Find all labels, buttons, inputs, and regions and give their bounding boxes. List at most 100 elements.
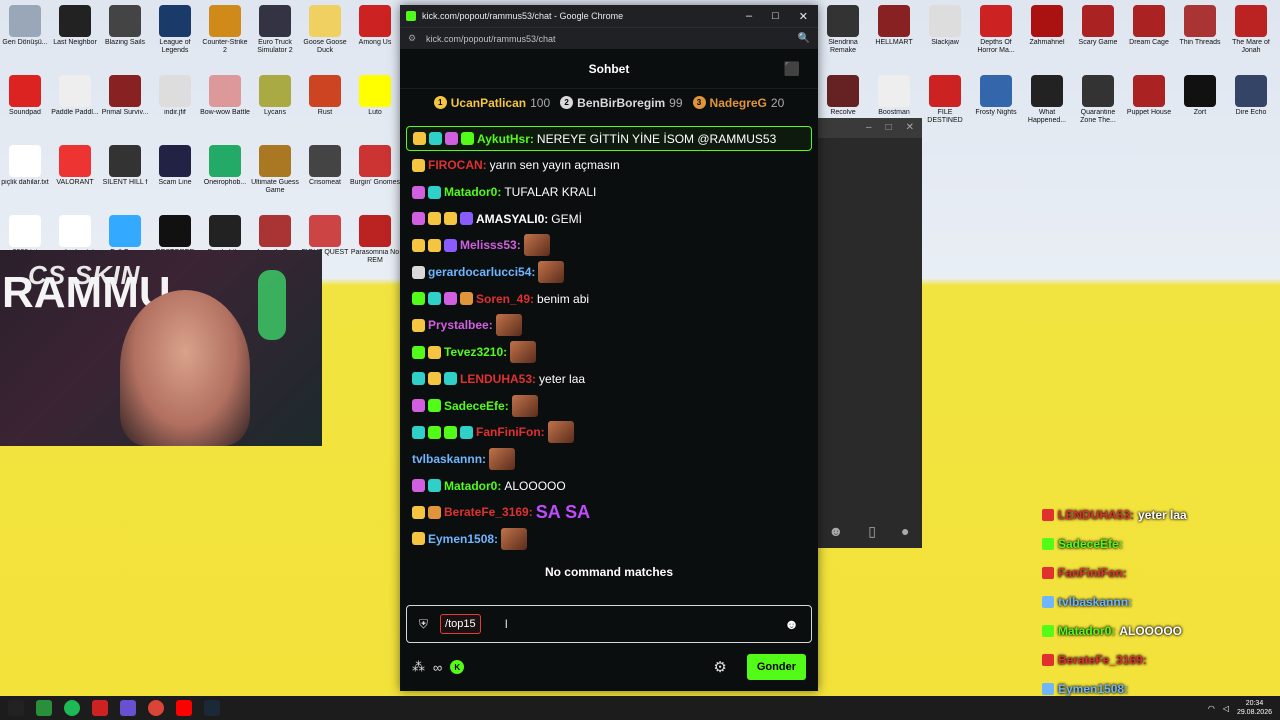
system-tray[interactable]: ◠ ◁ 20:34 29.08.2026 [1208, 699, 1272, 717]
chat-username[interactable]: gerardocarlucci54: [428, 265, 535, 279]
chat-message[interactable]: FIROCAN: yarın sen yayın açmasın [406, 152, 812, 179]
close-icon[interactable]: ✕ [906, 122, 914, 133]
chat-username[interactable]: Matador0: [444, 185, 501, 199]
gear-icon[interactable]: ⚙ [713, 658, 726, 676]
emote-icon[interactable] [511, 394, 538, 417]
badge-icon[interactable] [461, 132, 474, 145]
desktop-icon[interactable]: Primal Surviv... [100, 72, 150, 138]
discord-icon[interactable] [120, 700, 136, 716]
voicemeeter-icon[interactable] [92, 700, 108, 716]
emote-icon[interactable] [501, 527, 528, 550]
chat-username[interactable]: SadeceEfe: [444, 399, 509, 413]
chat-message[interactable]: BerateFe_3169: SA SA [406, 499, 812, 526]
badge-icon[interactable] [444, 372, 457, 386]
badge-icon[interactable] [444, 238, 457, 252]
chat-username[interactable]: BerateFe_3169: [444, 505, 533, 519]
badge-icon[interactable] [412, 479, 425, 493]
chat-message[interactable]: Tevez3210: [406, 339, 812, 366]
steam-icon[interactable] [204, 700, 220, 716]
kick-points-icon[interactable]: K [450, 660, 465, 674]
badge-icon[interactable] [444, 212, 457, 226]
chat-message[interactable]: LENDUHA53: yeter laa [406, 366, 812, 393]
chrome-icon[interactable] [148, 700, 164, 716]
desktop-icon[interactable]: Dream Cage [1124, 2, 1174, 68]
badge-icon[interactable] [460, 425, 473, 439]
desktop-icon[interactable]: Thin Threads [1175, 2, 1225, 68]
badge-icon[interactable] [412, 399, 425, 413]
desktop-icon[interactable]: Oneirophob... [200, 142, 250, 208]
maximize-icon[interactable]: □ [886, 122, 892, 133]
send-button[interactable]: Gonder [746, 654, 806, 680]
emote-icon[interactable] [523, 234, 550, 257]
desktop-icon[interactable]: Parasomnia No REM [350, 212, 400, 278]
zoom-icon[interactable]: 🔍 [798, 33, 810, 44]
chrome-titlebar[interactable]: kick.com/popout/rammus53/chat - Google C… [400, 5, 818, 27]
background-window[interactable]: – □ ✕ ☻ ▯ ● [816, 118, 922, 548]
desktop-icon[interactable]: Crisomeat [300, 142, 350, 208]
desktop-icon[interactable]: The Mare of Jonah [1226, 2, 1276, 68]
emote-icon[interactable] [510, 341, 537, 364]
desktop-icon[interactable]: Rust [300, 72, 350, 138]
chat-input[interactable]: ⛨ /top15 I ☻ [406, 605, 812, 643]
chat-username[interactable]: Tevez3210: [444, 345, 507, 359]
badge-icon[interactable] [412, 238, 425, 252]
desktop-icon[interactable]: Slendrina Remake [818, 2, 868, 68]
badge-icon[interactable] [412, 372, 425, 386]
leaderboard-entry[interactable]: 3 NadegreG 20 [692, 96, 784, 110]
minimize-button[interactable]: – [746, 10, 752, 23]
desktop-icon[interactable]: Last Neighbor [50, 2, 100, 68]
chat-username[interactable]: Melisss53: [460, 238, 521, 252]
chat-username[interactable]: AMASYALI0: [476, 212, 548, 226]
chat-username[interactable]: FIROCAN: [428, 158, 487, 172]
desktop-icon[interactable]: Lycans [250, 72, 300, 138]
desktop-icon[interactable]: Euro Truck Simulator 2 [250, 2, 300, 68]
desktop-icon[interactable]: Counter-Strike 2 [200, 2, 250, 68]
chat-message[interactable]: Matador0: TUFALAR KRALI [406, 179, 812, 206]
badge-icon[interactable] [428, 505, 441, 519]
site-info-icon[interactable]: ⚙ [408, 33, 420, 44]
desktop-icon[interactable]: Geri Dönüşü... [0, 2, 50, 68]
desktop-icon[interactable]: Zahmahnel [1022, 2, 1072, 68]
desktop-icon[interactable]: Frosty Nights [971, 72, 1021, 138]
badge-icon[interactable] [412, 318, 425, 332]
address-url[interactable]: kick.com/popout/rammus53/chat [426, 34, 798, 44]
youtube-icon[interactable] [176, 700, 192, 716]
badge-icon[interactable] [412, 265, 425, 279]
chat-username[interactable]: AykutHsr: [477, 132, 534, 146]
badge-icon[interactable] [428, 238, 441, 252]
emote-icon[interactable] [489, 447, 516, 470]
desktop-icon[interactable]: Among Us [350, 2, 400, 68]
badge-icon[interactable] [429, 132, 442, 145]
desktop-icon[interactable]: VALORANT [50, 142, 100, 208]
maximize-button[interactable]: □ [772, 10, 779, 23]
badge-icon[interactable] [412, 212, 425, 226]
badge-icon[interactable] [412, 425, 425, 439]
minimize-icon[interactable]: – [866, 122, 872, 133]
xbox-icon[interactable] [36, 700, 52, 716]
desktop-icon[interactable]: indir.jfif [150, 72, 200, 138]
volume-icon[interactable]: ◁ [1223, 704, 1229, 713]
infinity-icon[interactable]: ∞ [433, 660, 442, 675]
desktop-icon[interactable]: piçlik dahilar.txt [0, 142, 50, 208]
badge-icon[interactable] [445, 132, 458, 145]
chat-message[interactable]: SadeceEfe: [406, 392, 812, 419]
badge-icon[interactable] [412, 185, 425, 199]
chat-message[interactable]: tvlbaskannn: [406, 446, 812, 473]
chat-username[interactable]: Matador0: [444, 479, 501, 493]
chat-message[interactable]: Soren_49: benim abi [406, 285, 812, 312]
desktop-icon[interactable]: Slackjaw [920, 2, 970, 68]
chat-message[interactable]: gerardocarlucci54: [406, 259, 812, 286]
chrome-window[interactable]: kick.com/popout/rammus53/chat - Google C… [400, 5, 818, 691]
pin-icon[interactable]: ● [901, 523, 909, 540]
chat-message[interactable]: FanFiniFon: [406, 419, 812, 446]
badge-icon[interactable] [428, 292, 441, 306]
desktop-icon[interactable]: Scam Line [150, 142, 200, 208]
chat-settings-icon[interactable]: ⬛ [784, 61, 800, 77]
emoji-icon[interactable]: ☻ [829, 523, 844, 540]
desktop-icon[interactable]: Quarantine Zone The... [1073, 72, 1123, 138]
badge-icon[interactable] [444, 292, 457, 306]
chat-username[interactable]: Eymen1508: [428, 532, 498, 546]
start-icon[interactable] [8, 700, 24, 716]
badge-icon[interactable] [412, 158, 425, 172]
emote-icon[interactable] [495, 314, 522, 337]
